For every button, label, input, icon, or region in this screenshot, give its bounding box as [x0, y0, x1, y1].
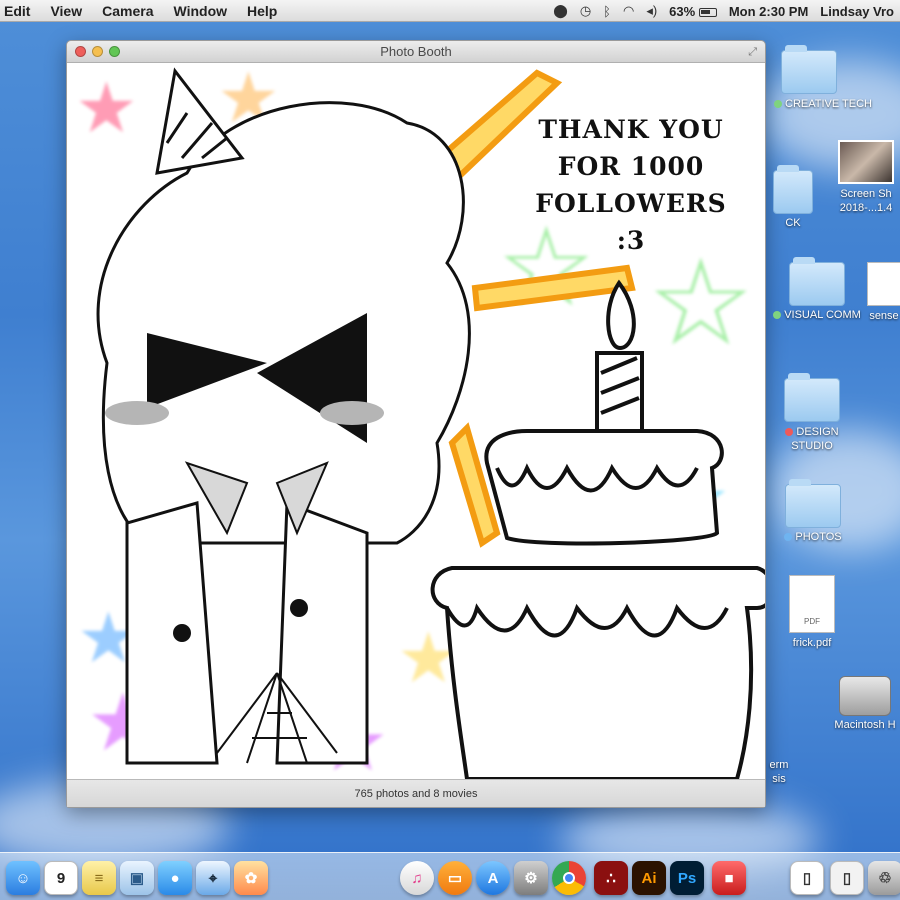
time-machine-icon[interactable]: ◷: [580, 3, 591, 19]
battery-status[interactable]: 63%: [669, 4, 717, 19]
party-hat: [155, 67, 245, 175]
messages-icon[interactable]: ●: [158, 861, 192, 895]
message-line: THANK YOU: [538, 115, 724, 144]
calendar-icon[interactable]: 9: [44, 861, 78, 895]
cake-top-tier: [484, 429, 724, 546]
system-prefs-icon[interactable]: ⚙: [514, 861, 548, 895]
file-sense[interactable]: sense: [864, 262, 900, 322]
menu-bar: Edit View Camera Window Help ⬤ ◷ ᛒ ◠ ◂) …: [0, 0, 900, 22]
pdf-badge: PDF: [804, 617, 820, 626]
file-label: Screen Sh 2018-...1.4: [839, 188, 893, 214]
trash-icon[interactable]: ♲: [868, 861, 900, 895]
folder-label: PHOTOS: [795, 531, 842, 543]
acrobat-icon[interactable]: ∴: [594, 861, 628, 895]
folder-visual-comm[interactable]: VISUAL COMM: [772, 257, 862, 321]
fullscreen-icon[interactable]: ⤢: [748, 41, 757, 63]
cake-bottom-tier: [430, 566, 765, 779]
window-titlebar[interactable]: Photo Booth ⤢: [67, 41, 765, 63]
blush-right: [320, 401, 384, 425]
drive-macintosh-hd[interactable]: Macintosh H: [820, 676, 900, 731]
hard-drive-icon: [839, 676, 891, 716]
folder-icon: [773, 165, 813, 214]
photoshop-label: Ps: [677, 869, 697, 887]
photo-canvas[interactable]: ★ ★ ★ ☆ ☆ ★ ★ ★ ★ ★: [67, 63, 765, 779]
illustrator-label: Ai: [641, 869, 657, 887]
folder-icon: [789, 257, 845, 306]
folder-creative-tech[interactable]: CREATIVE TECH: [774, 45, 872, 111]
menu-camera[interactable]: Camera: [102, 3, 153, 19]
folder-label: VISUAL COMM: [784, 309, 861, 321]
menu-window[interactable]: Window: [173, 3, 227, 19]
menu-user[interactable]: Lindsay Vro: [820, 4, 894, 19]
spider-left: [173, 624, 191, 642]
dock: ☺ 9 ≡ ▣ ● ⌖ ✿ ♫ ▭ A ⚙ ∴ Ai Ps ■ ▯ ▯ ♲: [0, 852, 900, 900]
creative-cloud-icon[interactable]: ⬤: [553, 3, 568, 19]
close-button[interactable]: [75, 46, 86, 57]
file-screenshot[interactable]: Screen Sh 2018-...1.4: [826, 140, 900, 215]
message-line: :3: [616, 226, 646, 255]
document-icon[interactable]: ▯: [790, 861, 824, 895]
file-label: frick.pdf: [792, 637, 832, 649]
battery-icon: [698, 7, 717, 17]
candle-flame: [606, 279, 636, 351]
folder-label: CK: [785, 217, 801, 229]
file-frick-pdf[interactable]: PDF frick.pdf: [782, 575, 842, 649]
menu-edit[interactable]: Edit: [4, 3, 30, 19]
tag-dot-icon: [773, 311, 782, 320]
bluetooth-icon[interactable]: ᛒ: [603, 4, 611, 19]
drive-label: Macintosh H: [834, 719, 896, 731]
pdf-file-icon: PDF: [789, 575, 835, 633]
folder-icon: [784, 373, 840, 422]
file-label: sense: [869, 310, 899, 322]
minimize-button[interactable]: [92, 46, 103, 57]
volume-icon[interactable]: ◂): [646, 3, 657, 19]
folder-icon: [781, 45, 837, 94]
photos-icon[interactable]: ✿: [234, 861, 268, 895]
screenshot-thumbnail-icon: [838, 140, 894, 184]
spider-right: [290, 599, 308, 617]
thank-you-message: THANK YOU FOR 1000 FOLLOWERS :3: [521, 111, 741, 259]
chrome-icon[interactable]: [552, 861, 586, 895]
notes-icon[interactable]: ≡: [82, 861, 116, 895]
tag-dot-icon: [784, 533, 793, 542]
calendar-day: 9: [56, 869, 66, 887]
safari-icon[interactable]: ⌖: [196, 861, 230, 895]
folder-design-studio[interactable]: DESIGN STUDIO: [774, 373, 850, 453]
file-partial[interactable]: erm sis: [764, 758, 794, 786]
battery-percent: 63%: [669, 3, 696, 19]
folder-photos[interactable]: PHOTOS: [778, 479, 848, 543]
window-title: Photo Booth: [380, 44, 452, 59]
document-icon[interactable]: ▯: [830, 861, 864, 895]
menu-help[interactable]: Help: [247, 3, 277, 19]
folder-label: CREATIVE TECH: [785, 98, 872, 110]
blush-left: [105, 401, 169, 425]
message-line: FOLLOWERS: [535, 189, 727, 218]
tag-dot-icon: [774, 100, 782, 109]
window-footer: 765 photos and 8 movies: [67, 779, 765, 807]
app-icon[interactable]: ■: [712, 861, 746, 895]
document-icon: [867, 262, 900, 306]
tag-dot-icon: [785, 428, 794, 437]
folder-label: DESIGN STUDIO: [791, 426, 839, 452]
finder-icon[interactable]: ☺: [6, 861, 40, 895]
preview-icon[interactable]: ▣: [120, 861, 154, 895]
photoshop-icon[interactable]: Ps: [670, 861, 704, 895]
message-line: FOR 1000: [557, 152, 705, 181]
folder-ck[interactable]: CK: [768, 165, 818, 229]
menu-clock[interactable]: Mon 2:30 PM: [729, 4, 808, 19]
menu-view[interactable]: View: [50, 3, 82, 19]
folder-icon: [785, 479, 841, 528]
ibooks-icon[interactable]: ▭: [438, 861, 472, 895]
photo-booth-window: Photo Booth ⤢ ★ ★ ★ ☆ ☆ ★ ★ ★ ★ ★: [66, 40, 766, 808]
zoom-button[interactable]: [109, 46, 120, 57]
hair-outline: [96, 101, 471, 545]
itunes-icon[interactable]: ♫: [400, 861, 434, 895]
illustrator-icon[interactable]: Ai: [632, 861, 666, 895]
app-store-icon[interactable]: A: [476, 861, 510, 895]
wifi-icon[interactable]: ◠: [623, 3, 634, 19]
